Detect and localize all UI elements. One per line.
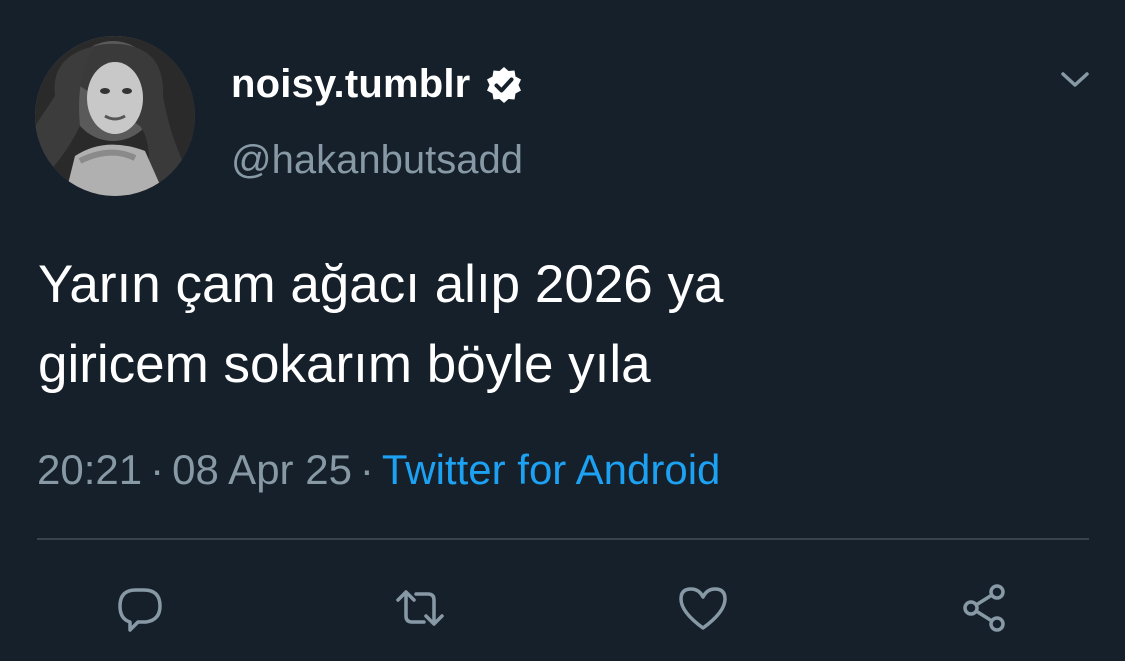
tweet-card: noisy.tumblr @hakanbutsadd Yarın çam ağa… <box>0 0 1125 661</box>
like-button[interactable] <box>673 578 733 638</box>
profile-photo-icon <box>35 36 195 196</box>
chevron-down-icon[interactable] <box>1058 66 1092 94</box>
reply-button[interactable] <box>110 578 170 638</box>
separator: · <box>359 446 374 493</box>
tweet-meta: 20:21 · 08 Apr 25 · Twitter for Android <box>37 446 720 494</box>
display-name[interactable]: noisy.tumblr <box>231 62 470 107</box>
share-icon <box>963 584 1005 632</box>
heart-icon <box>679 587 727 630</box>
retweet-icon <box>396 590 444 626</box>
avatar[interactable] <box>35 36 195 196</box>
divider <box>37 538 1089 540</box>
tweet-source-link[interactable]: Twitter for Android <box>382 446 720 493</box>
user-handle[interactable]: @hakanbutsadd <box>231 138 523 183</box>
author-name-row: noisy.tumblr <box>231 62 524 107</box>
reply-icon <box>118 588 162 632</box>
tweet-text-line: Yarın çam ağacı alıp 2026 ya <box>38 255 724 314</box>
tweet-text: Yarın çam ağacı alıp 2026 ya giricem sok… <box>38 245 1088 405</box>
share-button[interactable] <box>955 578 1015 638</box>
tweet-date: 08 Apr 25 <box>172 446 352 493</box>
retweet-button[interactable] <box>390 578 450 638</box>
separator: · <box>150 446 165 493</box>
tweet-time: 20:21 <box>37 446 143 493</box>
tweet-text-line: giricem sokarım böyle yıla <box>38 335 651 394</box>
verified-badge-icon <box>484 65 524 105</box>
